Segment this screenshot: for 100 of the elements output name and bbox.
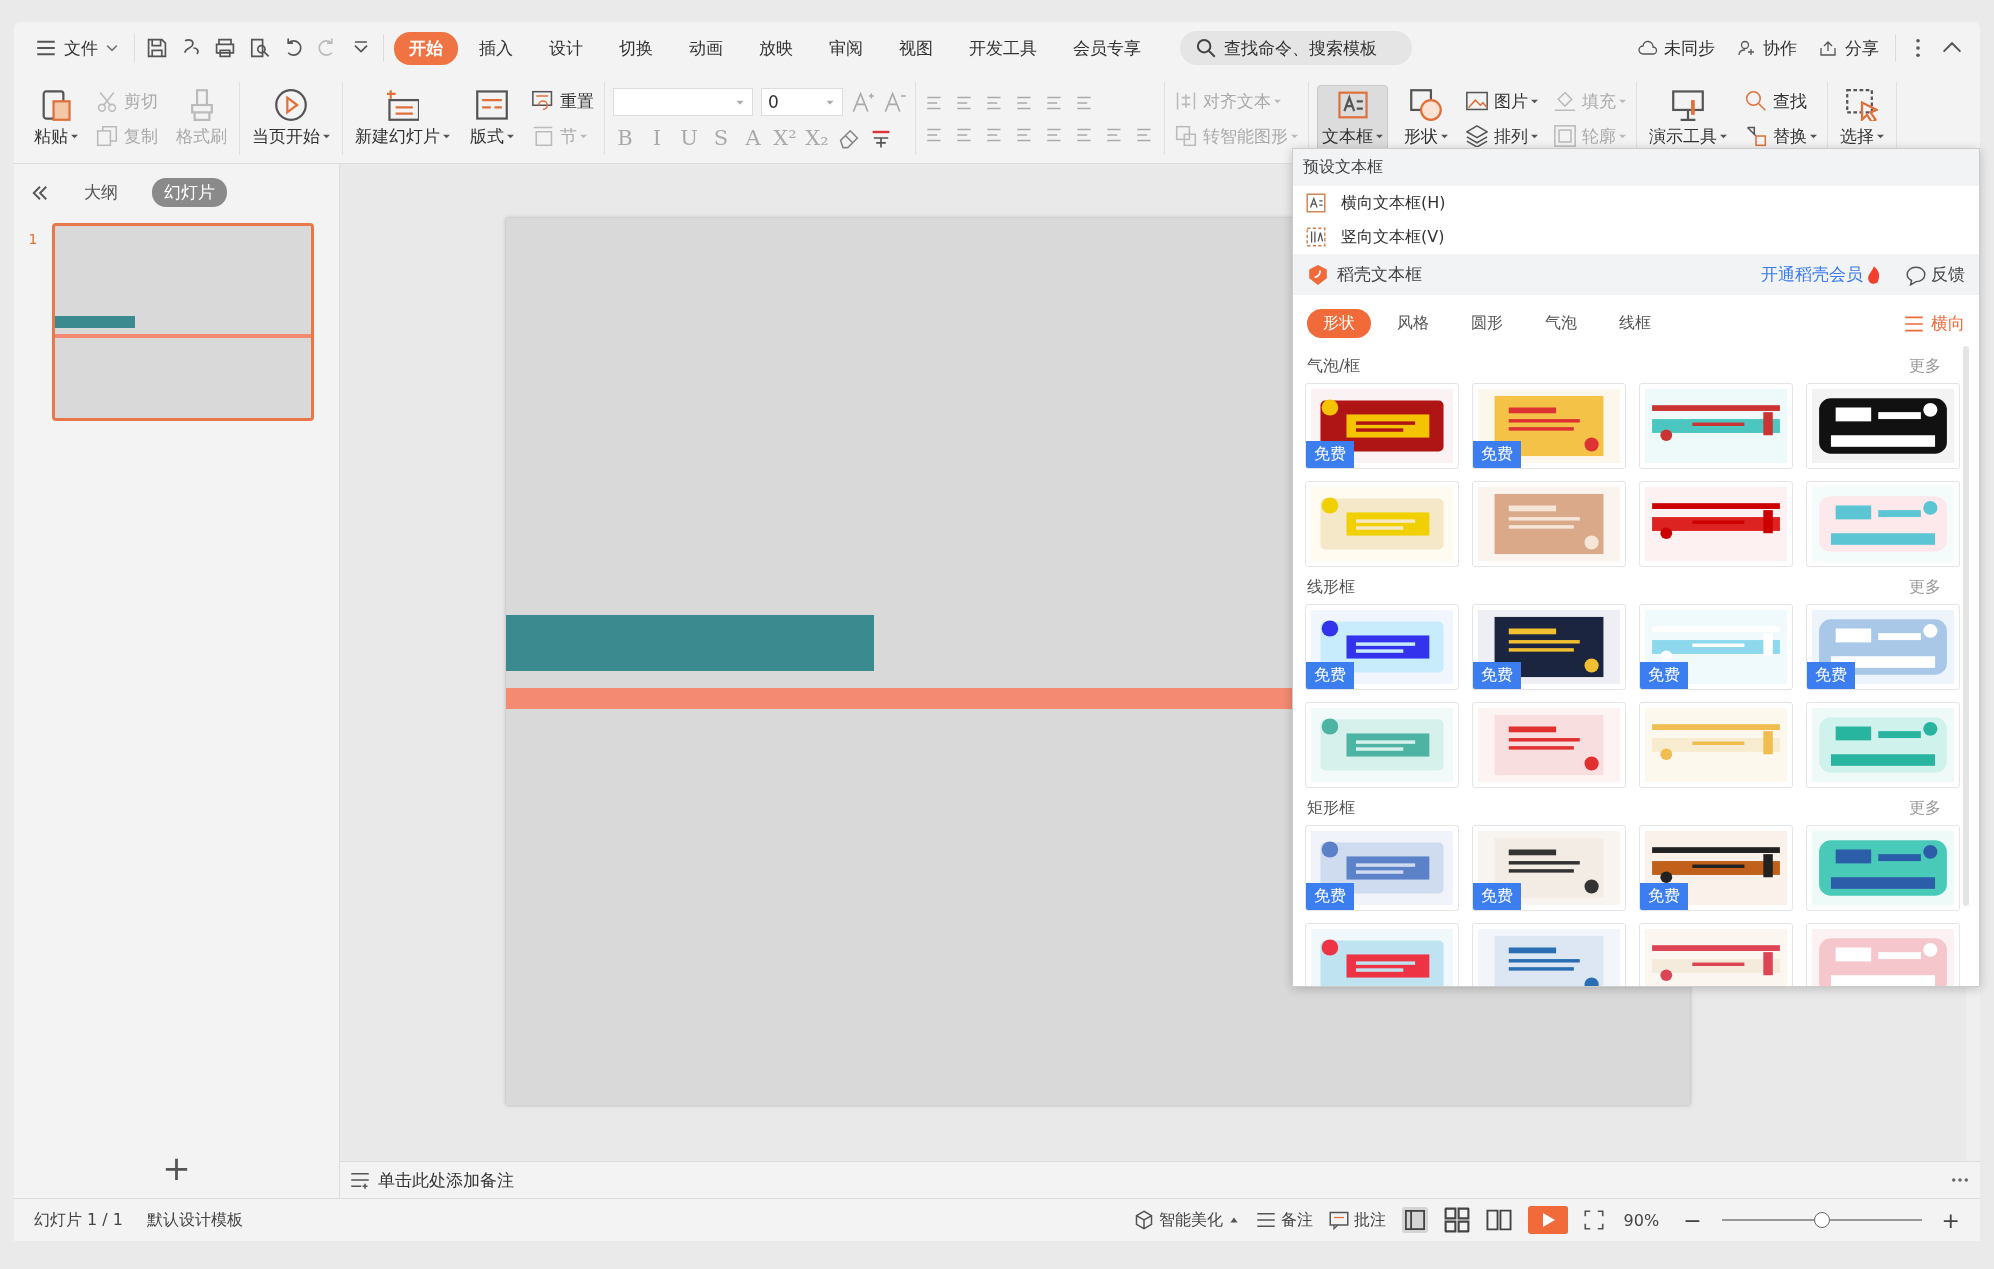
horizontal-text-box-icon — [1305, 192, 1327, 214]
caret-icon — [323, 134, 330, 139]
smart-art-icon — [1175, 125, 1197, 147]
collaborate-button[interactable]: 协作 — [1731, 32, 1803, 64]
free-badge: 免费 — [1807, 662, 1855, 689]
zoom-slider-thumb[interactable] — [1813, 1212, 1830, 1228]
feedback-button[interactable]: 反馈 — [1905, 263, 1965, 286]
ribbon-tab[interactable]: 切换 — [604, 31, 668, 65]
ribbon-tab[interactable]: 审阅 — [814, 31, 878, 65]
template-card[interactable]: 免费 — [1472, 604, 1626, 690]
member-link[interactable]: 开通稻壳会员 — [1761, 263, 1881, 286]
print-icon[interactable] — [213, 36, 237, 60]
play-icon — [275, 89, 307, 121]
scrollbar[interactable] — [1963, 346, 1969, 906]
share-button[interactable]: 分享 — [1813, 32, 1885, 64]
search-field[interactable]: 查找命令、搜索模板 — [1180, 31, 1412, 65]
slide-thumbnail[interactable] — [52, 223, 314, 421]
template-card[interactable]: 免费 — [1305, 825, 1459, 911]
free-badge: 免费 — [1306, 662, 1354, 689]
ribbon-button[interactable]: 图片 — [1464, 87, 1540, 115]
notes-placeholder[interactable]: 单击此处添加备注 — [378, 1168, 514, 1192]
select-icon — [1846, 89, 1878, 121]
template-card[interactable] — [1806, 825, 1960, 911]
comment-icon — [1328, 1210, 1349, 1230]
zoom-in-button[interactable]: + — [1937, 1207, 1964, 1233]
ribbon-tab[interactable]: 会员专享 — [1058, 31, 1156, 65]
ribbon-tab[interactable]: 设计 — [534, 31, 598, 65]
shield-logo-icon — [1307, 263, 1329, 286]
menu-icon — [36, 38, 56, 58]
menu-item[interactable]: 竖向文本框(V) — [1293, 220, 1979, 254]
ribbon-button[interactable]: 选择 — [1836, 86, 1888, 151]
ribbon-tab[interactable]: 放映 — [744, 31, 808, 65]
comments-button[interactable]: 批注 — [1328, 1209, 1386, 1231]
template-card[interactable]: 免费 — [1305, 604, 1459, 690]
cube-icon — [1133, 1210, 1154, 1230]
template-card[interactable] — [1806, 383, 1960, 469]
add-slide-button[interactable]: + — [152, 1148, 201, 1188]
category-tab[interactable]: 线框 — [1603, 309, 1667, 338]
slide-counter: 幻灯片 1 / 1 — [33, 1209, 124, 1231]
ribbon-tab[interactable]: 开发工具 — [954, 31, 1052, 65]
caret-icon — [1531, 98, 1538, 104]
ribbon-tab[interactable]: 插入 — [464, 31, 528, 65]
section-title: 气泡/框 — [1307, 356, 1361, 377]
caret-icon — [443, 134, 450, 139]
presenter-icon — [1672, 89, 1704, 121]
template-card[interactable]: 免费 — [1639, 604, 1793, 690]
ribbon-tab[interactable]: 视图 — [884, 31, 948, 65]
grid-view-icon[interactable] — [1443, 1207, 1470, 1233]
save-icon[interactable] — [145, 36, 169, 60]
slide-number: 1 — [27, 230, 39, 249]
notes-icon — [350, 1170, 370, 1190]
file-menu[interactable]: 文件 — [30, 32, 124, 64]
ribbon-button[interactable]: 演示工具 — [1645, 86, 1731, 151]
panel-tab[interactable]: 大纲 — [72, 178, 130, 207]
ribbon-button[interactable]: 新建幻灯片 — [351, 86, 454, 151]
ribbon-tab[interactable]: 动画 — [674, 31, 738, 65]
menu-item[interactable]: 横向文本框(H) — [1293, 186, 1979, 220]
template-name[interactable]: 默认设计模板 — [143, 1209, 247, 1231]
font-size-field[interactable]: 0 — [761, 87, 843, 116]
template-card[interactable]: 免费 — [1806, 604, 1960, 690]
align-text-icon — [1175, 90, 1197, 112]
notes-button[interactable]: 备注 — [1255, 1209, 1313, 1231]
reading-view-icon[interactable] — [1485, 1207, 1512, 1233]
increase-font-icon[interactable] — [851, 89, 875, 114]
template-card[interactable]: 免费 — [1639, 825, 1793, 911]
caret-icon — [1531, 133, 1538, 139]
category-tab[interactable]: 圆形 — [1455, 309, 1519, 338]
zoom-level[interactable]: 90% — [1619, 1210, 1664, 1230]
ribbon-button[interactable]: 查找 — [1743, 87, 1819, 115]
decrease-font-icon[interactable] — [883, 89, 907, 114]
category-tab[interactable]: 气泡 — [1529, 309, 1593, 338]
ribbon-button[interactable]: 重置 — [530, 87, 596, 115]
ribbon-button[interactable]: 形状 — [1400, 86, 1452, 151]
free-badge: 免费 — [1473, 662, 1521, 689]
sync-button[interactable]: 未同步 — [1632, 32, 1721, 64]
category-tab[interactable]: 风格 — [1381, 309, 1445, 338]
ribbon-button[interactable]: 版式 — [466, 86, 518, 151]
caret-icon — [1877, 134, 1884, 139]
caret-icon — [1274, 98, 1281, 104]
template-card[interactable]: 免费 — [1472, 383, 1626, 469]
ribbon-button[interactable]: 粘贴 — [30, 86, 82, 151]
beautify-button[interactable]: 智能美化 — [1133, 1209, 1240, 1231]
play-slideshow-icon[interactable] — [1527, 1206, 1568, 1234]
docer-title: 稻壳文本框 — [1337, 263, 1422, 286]
zoom-out-button[interactable]: − — [1679, 1207, 1706, 1233]
ribbon-button[interactable]: 当页开始 — [248, 86, 334, 151]
free-badge: 免费 — [1306, 883, 1354, 910]
caret-icon — [1619, 98, 1626, 104]
clipboard-icon — [40, 89, 72, 121]
normal-view-icon[interactable] — [1401, 1207, 1428, 1233]
caret-icon — [580, 133, 587, 139]
template-card[interactable]: 免费 — [1305, 383, 1459, 469]
fit-window-icon[interactable] — [1583, 1210, 1604, 1230]
font-name-field[interactable] — [613, 87, 753, 116]
ribbon-button[interactable]: 排列 — [1464, 122, 1540, 150]
caret-icon — [1291, 133, 1298, 139]
template-card[interactable]: 免费 — [1472, 825, 1626, 911]
cloud-icon — [1638, 38, 1658, 58]
ribbon-button[interactable]: 替换 — [1743, 122, 1819, 150]
caret-icon — [1441, 134, 1448, 139]
